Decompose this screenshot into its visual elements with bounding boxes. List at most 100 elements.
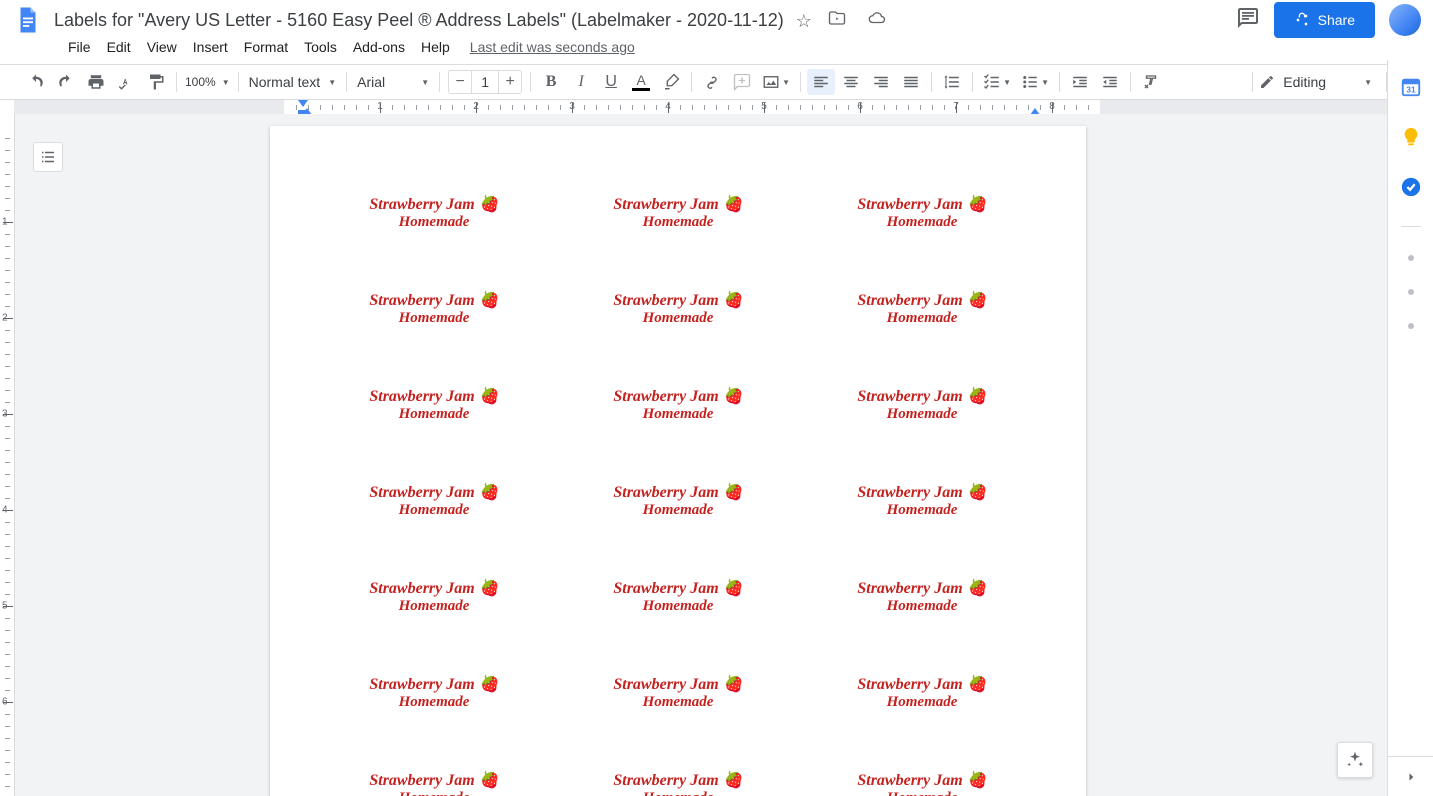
ruler-tick-label: 5 <box>761 101 767 112</box>
label-cell[interactable]: Strawberry Jam 🍓Homemade <box>562 270 794 366</box>
label-cell[interactable]: Strawberry Jam 🍓Homemade <box>562 366 794 462</box>
label-cell[interactable]: Strawberry Jam 🍓Homemade <box>806 558 1038 654</box>
ruler-tick-label: 6 <box>857 101 863 112</box>
align-center-button[interactable] <box>837 69 865 95</box>
label-cell[interactable]: Strawberry Jam 🍓Homemade <box>318 366 550 462</box>
zoom-select[interactable]: 100% ▼ <box>185 75 230 89</box>
decrease-indent-button[interactable] <box>1066 69 1094 95</box>
label-cell[interactable]: Strawberry Jam 🍓Homemade <box>318 270 550 366</box>
calendar-addon-icon[interactable]: 31 <box>1400 76 1422 98</box>
paint-format-button[interactable] <box>142 69 170 95</box>
editing-mode-select[interactable]: Editing ▼ <box>1259 74 1372 90</box>
label-cell[interactable]: Strawberry Jam 🍓Homemade <box>806 750 1038 796</box>
label-title: Strawberry Jam 🍓 <box>613 770 742 790</box>
undo-button[interactable] <box>22 69 50 95</box>
checklist-button[interactable]: ▼ <box>979 69 1015 95</box>
label-title: Strawberry Jam 🍓 <box>613 482 742 502</box>
align-right-button[interactable] <box>867 69 895 95</box>
label-subtitle: Homemade <box>887 406 958 423</box>
last-edit-link[interactable]: Last edit was seconds ago <box>470 39 635 55</box>
label-subtitle: Homemade <box>399 790 470 796</box>
font-size-increase[interactable]: + <box>499 71 521 93</box>
menu-add-ons[interactable]: Add-ons <box>345 36 413 58</box>
side-panel-dot[interactable] <box>1408 323 1414 329</box>
italic-button[interactable]: I <box>567 69 595 95</box>
document-canvas[interactable]: Strawberry Jam 🍓HomemadeStrawberry Jam 🍓… <box>15 114 1387 796</box>
label-cell[interactable]: Strawberry Jam 🍓Homemade <box>318 654 550 750</box>
label-cell[interactable]: Strawberry Jam 🍓Homemade <box>318 462 550 558</box>
chevron-down-icon: ▼ <box>421 78 429 87</box>
bulleted-list-button[interactable]: ▼ <box>1017 69 1053 95</box>
label-cell[interactable]: Strawberry Jam 🍓Homemade <box>562 654 794 750</box>
menu-help[interactable]: Help <box>413 36 458 58</box>
page[interactable]: Strawberry Jam 🍓HomemadeStrawberry Jam 🍓… <box>270 126 1086 796</box>
label-title: Strawberry Jam 🍓 <box>857 482 986 502</box>
document-title[interactable]: Labels for "Avery US Letter - 5160 Easy … <box>54 10 784 31</box>
share-button[interactable]: Share <box>1274 2 1375 38</box>
font-size-value[interactable]: 1 <box>471 71 499 93</box>
chevron-down-icon: ▼ <box>1364 78 1372 87</box>
label-cell[interactable]: Strawberry Jam 🍓Homemade <box>562 558 794 654</box>
font-size-decrease[interactable]: − <box>449 71 471 93</box>
spellcheck-button[interactable] <box>112 69 140 95</box>
keep-addon-icon[interactable] <box>1400 126 1422 148</box>
docs-logo[interactable] <box>10 2 46 38</box>
align-left-button[interactable] <box>807 69 835 95</box>
label-title: Strawberry Jam 🍓 <box>369 194 498 214</box>
insert-image-button[interactable]: ▼ <box>758 69 794 95</box>
bold-button[interactable]: B <box>537 69 565 95</box>
menu-edit[interactable]: Edit <box>99 36 139 58</box>
line-spacing-button[interactable] <box>938 69 966 95</box>
explore-button[interactable] <box>1337 742 1373 778</box>
menu-tools[interactable]: Tools <box>296 36 345 58</box>
add-comment-button[interactable] <box>728 69 756 95</box>
font-family-select[interactable]: Arial ▼ <box>353 74 433 90</box>
label-cell[interactable]: Strawberry Jam 🍓Homemade <box>318 558 550 654</box>
label-subtitle: Homemade <box>887 598 958 615</box>
menu-view[interactable]: View <box>139 36 185 58</box>
label-cell[interactable]: Strawberry Jam 🍓Homemade <box>318 174 550 270</box>
tasks-addon-icon[interactable] <box>1400 176 1422 198</box>
underline-button[interactable]: U <box>597 69 625 95</box>
print-button[interactable] <box>82 69 110 95</box>
document-outline-button[interactable] <box>33 142 63 172</box>
menu-file[interactable]: File <box>60 36 99 58</box>
side-panel-dot[interactable] <box>1408 255 1414 261</box>
label-title: Strawberry Jam 🍓 <box>369 674 498 694</box>
vertical-ruler[interactable]: 123456 <box>0 114 15 796</box>
first-line-indent-marker[interactable] <box>298 100 308 107</box>
side-panel: 31 <box>1387 60 1433 796</box>
label-cell[interactable]: Strawberry Jam 🍓Homemade <box>806 270 1038 366</box>
clear-formatting-button[interactable] <box>1137 69 1165 95</box>
move-icon[interactable] <box>824 9 850 32</box>
open-comments-button[interactable] <box>1236 6 1260 35</box>
label-cell[interactable]: Strawberry Jam 🍓Homemade <box>806 654 1038 750</box>
label-subtitle: Homemade <box>887 502 958 519</box>
paragraph-style-select[interactable]: Normal text ▼ <box>245 74 341 90</box>
cloud-status-icon[interactable] <box>863 9 891 32</box>
label-title: Strawberry Jam 🍓 <box>857 386 986 406</box>
increase-indent-button[interactable] <box>1096 69 1124 95</box>
star-icon[interactable]: ☆ <box>796 12 812 30</box>
chevron-down-icon: ▼ <box>782 78 790 87</box>
label-cell[interactable]: Strawberry Jam 🍓Homemade <box>318 750 550 796</box>
label-cell[interactable]: Strawberry Jam 🍓Homemade <box>562 174 794 270</box>
insert-link-button[interactable] <box>698 69 726 95</box>
label-title: Strawberry Jam 🍓 <box>613 290 742 310</box>
highlight-color-button[interactable] <box>657 69 685 95</box>
label-cell[interactable]: Strawberry Jam 🍓Homemade <box>562 750 794 796</box>
label-cell[interactable]: Strawberry Jam 🍓Homemade <box>806 366 1038 462</box>
menu-format[interactable]: Format <box>236 36 296 58</box>
align-justify-button[interactable] <box>897 69 925 95</box>
ruler-tick-label: 8 <box>1049 101 1055 112</box>
label-cell[interactable]: Strawberry Jam 🍓Homemade <box>562 462 794 558</box>
side-panel-dot[interactable] <box>1408 289 1414 295</box>
label-cell[interactable]: Strawberry Jam 🍓Homemade <box>806 174 1038 270</box>
side-panel-collapse-button[interactable] <box>1388 756 1433 796</box>
account-avatar[interactable] <box>1389 4 1421 36</box>
text-color-button[interactable]: A <box>627 69 655 95</box>
label-subtitle: Homemade <box>643 694 714 711</box>
menu-insert[interactable]: Insert <box>185 36 236 58</box>
redo-button[interactable] <box>52 69 80 95</box>
label-cell[interactable]: Strawberry Jam 🍓Homemade <box>806 462 1038 558</box>
